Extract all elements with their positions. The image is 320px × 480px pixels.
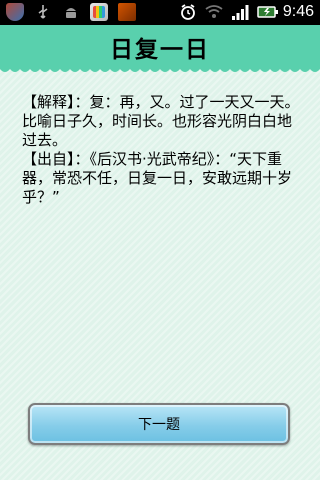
source-text: 【出自】：《后汉书·光武帝纪》：“天下重器，常恐不任，日复一日，安敢远期十岁乎？… xyxy=(22,150,293,206)
game-app-icon xyxy=(90,3,108,21)
wifi-icon xyxy=(205,3,223,21)
book-app-icon xyxy=(118,3,136,21)
next-question-button[interactable]: 下一题 xyxy=(28,403,290,445)
idiom-content: 【解释】：复：再，又。过了一天又一天。比喻日子久，时间长。也形容光阴白白地过去。… xyxy=(22,93,302,207)
android-debug-icon xyxy=(62,3,80,21)
notification-icons xyxy=(6,3,136,21)
next-question-label: 下一题 xyxy=(138,417,180,433)
signal-icon xyxy=(231,3,249,21)
system-icons: 9:46 xyxy=(179,3,314,21)
status-bar: 9:46 xyxy=(0,0,320,25)
battery-charging-icon xyxy=(257,3,278,21)
usb-icon xyxy=(34,3,52,21)
header-wave-edge xyxy=(0,67,320,72)
alarm-icon xyxy=(179,3,197,21)
status-time: 9:46 xyxy=(282,3,314,20)
explanation-text: 【解释】：复：再，又。过了一天又一天。比喻日子久，时间长。也形容光阴白白地过去。 xyxy=(22,93,300,149)
page-title: 日复一日 xyxy=(110,37,210,63)
shield-icon xyxy=(6,3,24,21)
